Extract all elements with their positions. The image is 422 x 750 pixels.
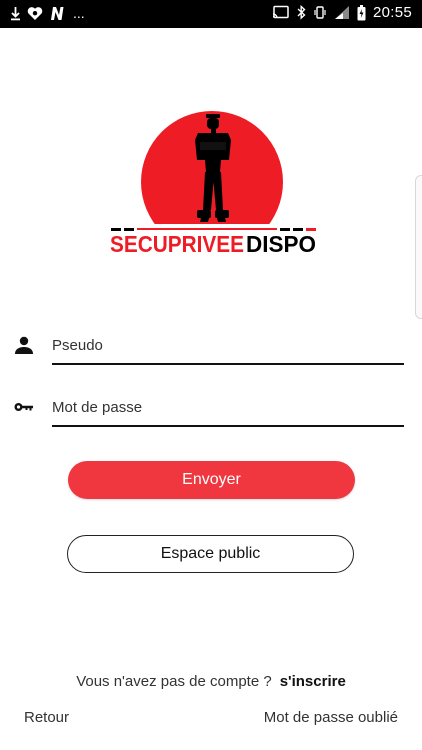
username-field	[12, 327, 404, 367]
app-logo: SECUPRIVEE DISPO	[108, 110, 318, 260]
signal-icon	[334, 5, 350, 20]
public-space-button[interactable]: Espace public	[67, 535, 354, 573]
password-field	[12, 389, 404, 429]
svg-text:DISPO: DISPO	[246, 231, 316, 257]
logo-brand-part1: SECUPRIVEE	[110, 231, 244, 257]
username-input[interactable]	[52, 327, 404, 365]
signup-row: Vous n'avez pas de compte ? s'inscrire	[0, 673, 422, 690]
key-icon	[12, 395, 36, 419]
logo-brand-part2: DISPO	[246, 231, 316, 257]
bluetooth-icon	[297, 5, 306, 20]
battery-charging-icon	[357, 4, 366, 21]
svg-text:SECUPRIVEE: SECUPRIVEE	[110, 231, 244, 257]
no-account-text: Vous n'avez pas de compte ?	[76, 673, 272, 690]
status-time: 20:55	[372, 4, 412, 21]
back-link[interactable]: Retour	[24, 709, 69, 726]
n-icon	[49, 6, 65, 21]
person-icon	[12, 333, 36, 357]
status-bar: ... 20:55	[0, 0, 422, 28]
heart-icon	[27, 6, 43, 21]
status-overflow: ...	[73, 5, 85, 21]
forgot-password-link[interactable]: Mot de passe oublié	[264, 709, 398, 726]
send-button[interactable]: Envoyer	[68, 461, 355, 499]
download-icon	[10, 6, 21, 21]
vibrate-icon	[313, 5, 327, 20]
scroll-indicator	[415, 175, 422, 319]
signup-link[interactable]: s'inscrire	[280, 673, 346, 690]
password-input[interactable]	[52, 389, 404, 427]
cast-icon	[272, 5, 290, 20]
